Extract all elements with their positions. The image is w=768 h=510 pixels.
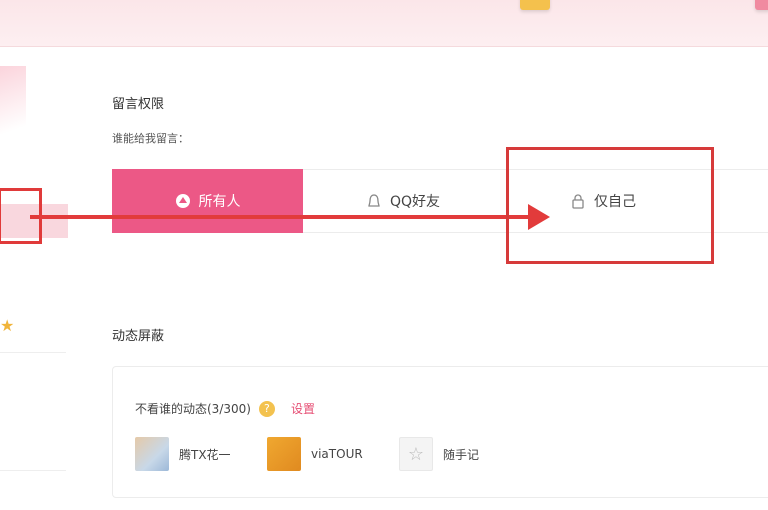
option-qq-friends[interactable]: QQ好友	[303, 169, 503, 233]
blocked-user-name: viaTOUR	[311, 447, 363, 461]
friends-icon	[366, 193, 382, 209]
banner-decoration	[755, 0, 768, 10]
blocked-user[interactable]: 腾TX花一	[135, 437, 231, 471]
option-qq-friends-label: QQ好友	[389, 194, 441, 210]
star-icon: ★	[0, 316, 15, 335]
blocked-user-name: 腾TX花一	[179, 447, 231, 462]
settings-link[interactable]: 设置	[291, 400, 315, 417]
blocked-user[interactable]: viaTOUR	[267, 437, 363, 471]
option-everyone[interactable]: 所有人	[112, 169, 303, 233]
star-icon: ☆	[399, 437, 433, 471]
avatar	[135, 437, 169, 471]
option-everyone-label: 所有人	[198, 194, 241, 210]
blocked-user[interactable]: ☆ 随手记	[399, 437, 479, 471]
avatar	[267, 437, 301, 471]
sidebar-divider	[0, 352, 66, 353]
sidebar-decoration	[0, 66, 26, 156]
comment-permission-title: 留言权限	[112, 97, 165, 112]
annotation-arrow	[30, 215, 534, 219]
blocked-user-name: 随手记	[443, 447, 480, 462]
globe-icon	[175, 193, 191, 209]
banner-decoration	[520, 0, 550, 10]
top-banner	[0, 0, 768, 47]
annotation-highlight-box	[506, 147, 714, 264]
hidden-list-header: 不看谁的动态(3/300) ? 设置	[135, 400, 315, 417]
comment-permission-subtitle: 谁能给我留言：	[112, 132, 189, 145]
feed-block-card: 不看谁的动态(3/300) ? 设置 腾TX花一 viaTOUR ☆ 随手记	[112, 366, 768, 498]
sidebar: ★	[0, 46, 68, 510]
sidebar-divider	[0, 470, 66, 471]
hidden-list-label: 不看谁的动态(3/300)	[135, 402, 251, 416]
feed-block-title: 动态屏蔽	[112, 329, 165, 344]
help-icon[interactable]: ?	[258, 400, 275, 417]
